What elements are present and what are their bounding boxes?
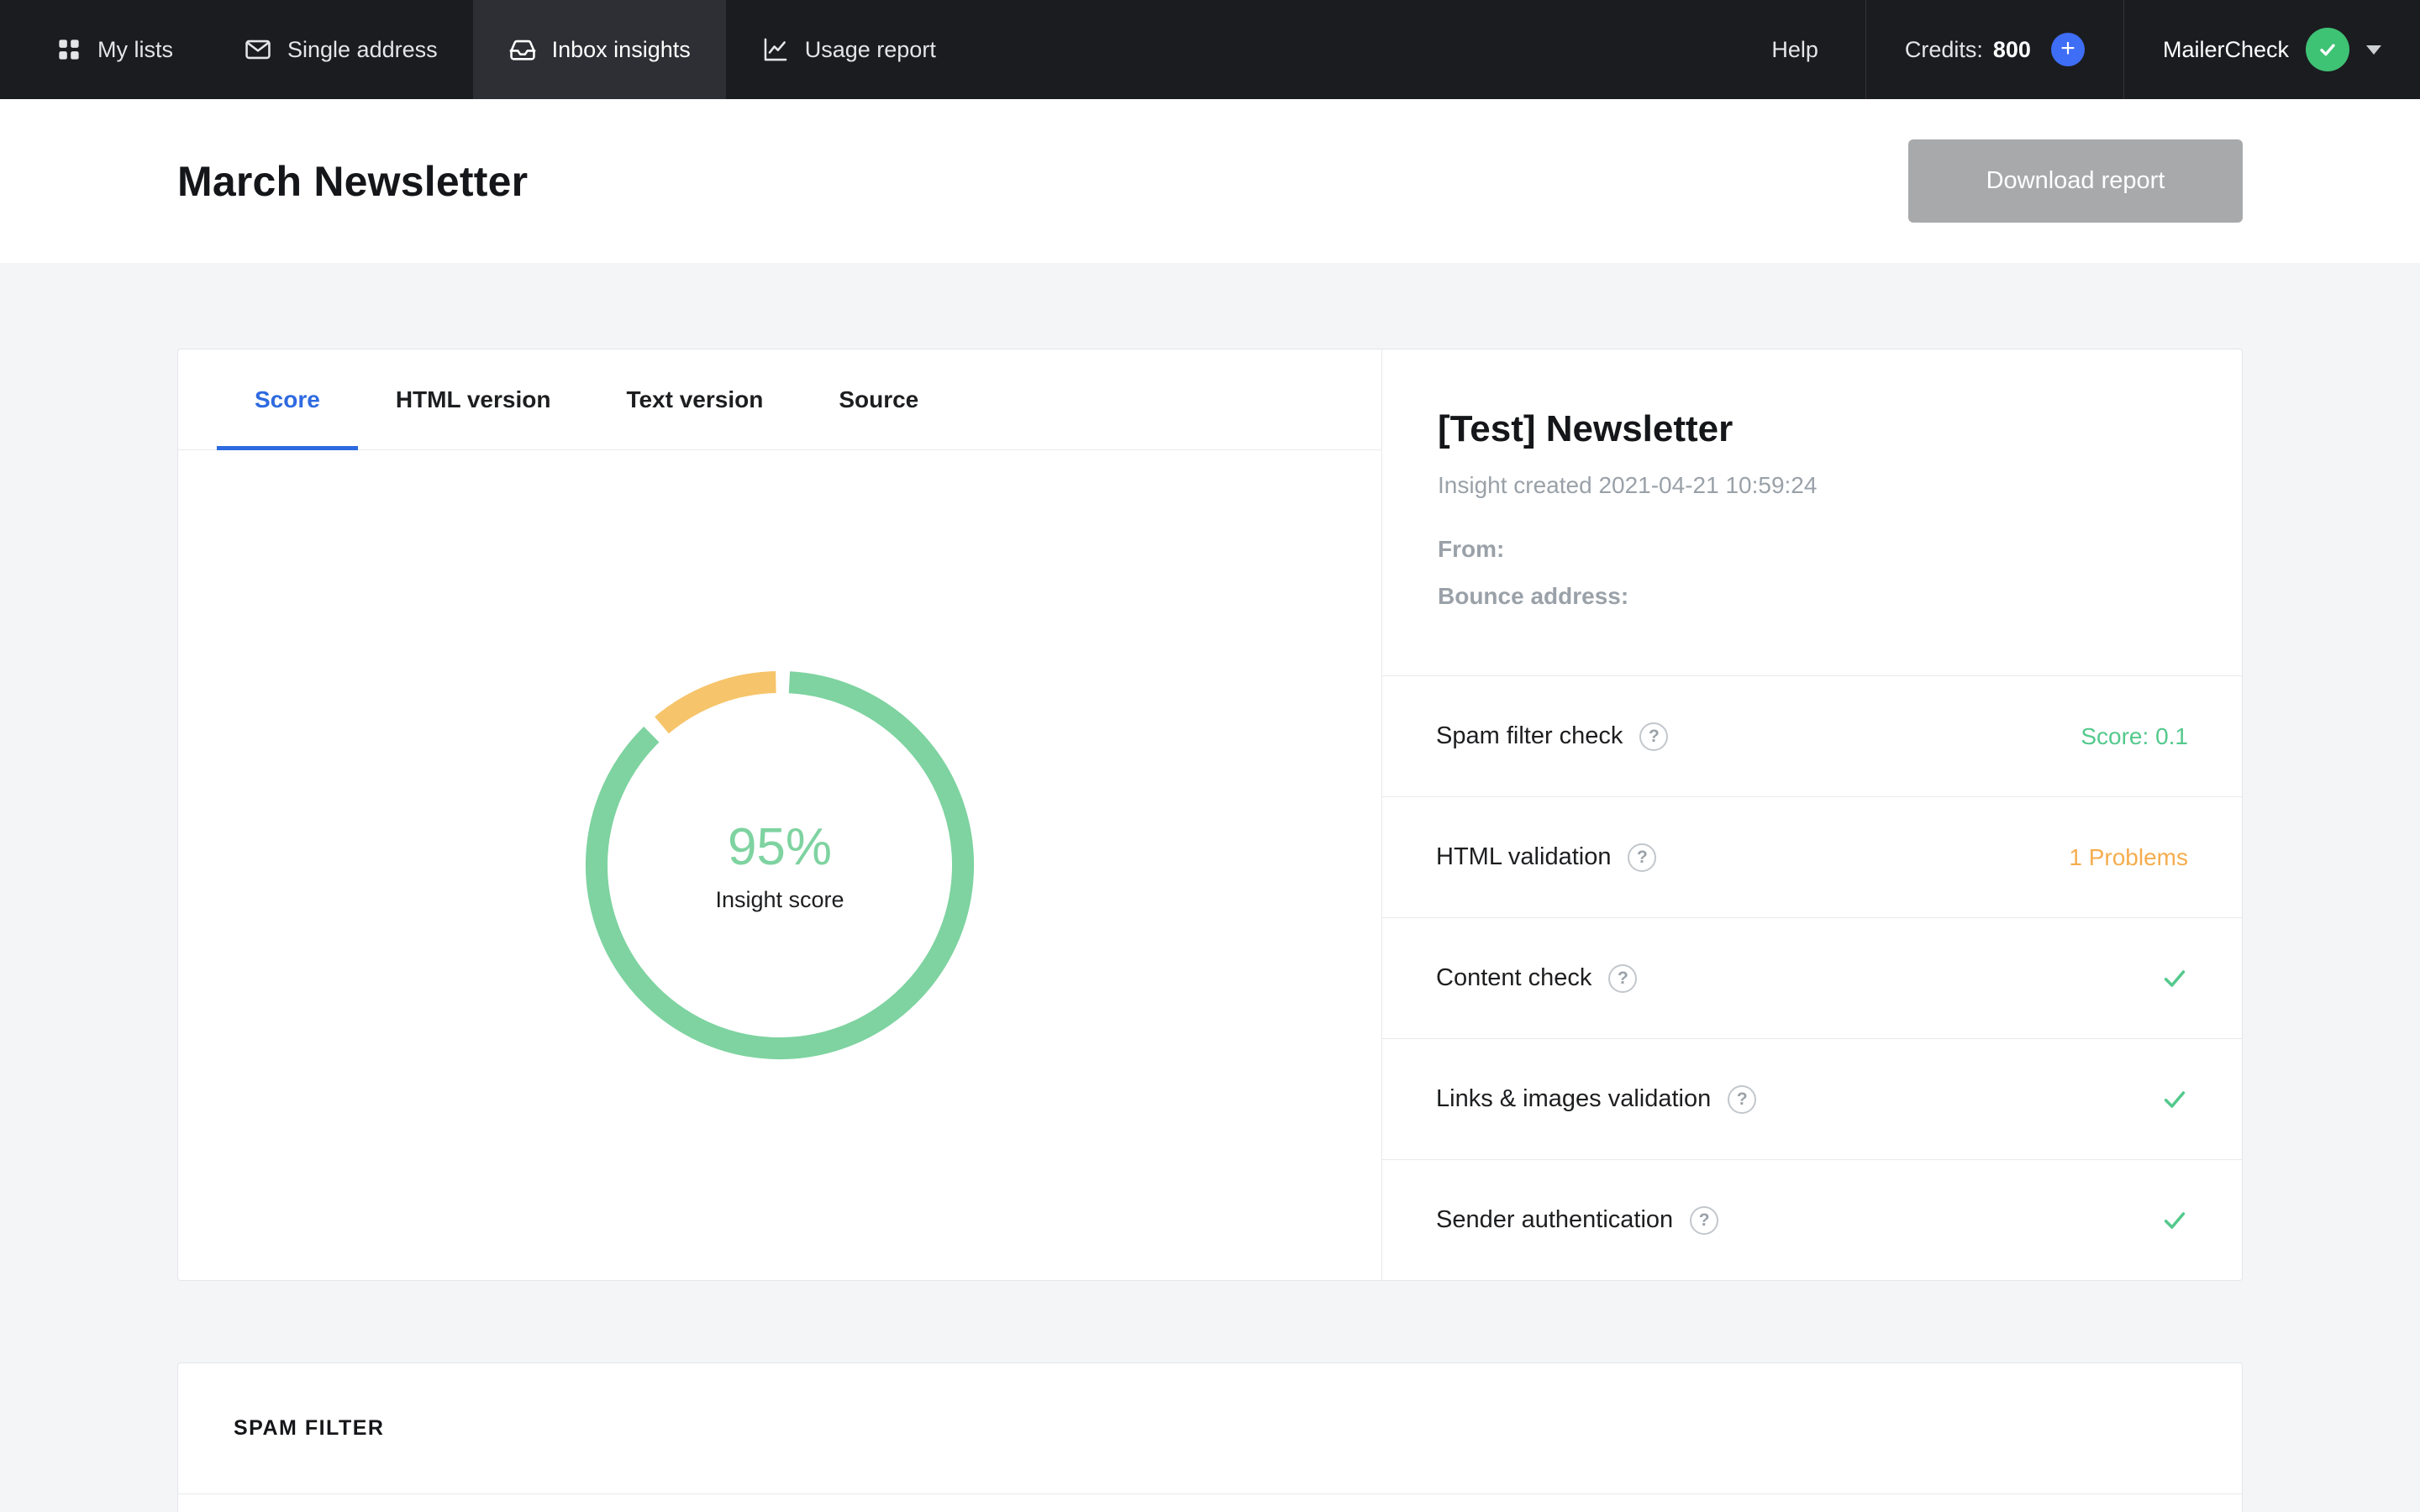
check-pass-icon — [2161, 965, 2188, 992]
newsletter-info: [Test] Newsletter Insight created 2021-0… — [1382, 349, 2242, 675]
nav-item-single-address[interactable]: Single address — [208, 0, 473, 99]
newsletter-title: [Test] Newsletter — [1438, 408, 2186, 450]
page-header: March Newsletter Download report — [0, 99, 2420, 263]
account-avatar-check-icon — [2306, 28, 2349, 71]
navbar-left: My lists Single address Inbox insights — [0, 0, 971, 99]
main-content: Score HTML version Text version Source 9… — [0, 263, 2420, 1512]
help-question-icon[interactable]: ? — [1690, 1206, 1718, 1235]
insight-score-value: 95% — [728, 817, 832, 877]
download-report-button[interactable]: Download report — [1908, 139, 2243, 223]
check-label: Sender authentication — [1436, 1206, 1673, 1234]
check-row-content-check[interactable]: Content check ? — [1382, 917, 2242, 1038]
bounce-address-label: Bounce address: — [1438, 583, 2186, 610]
check-row-spam-filter[interactable]: Spam filter check ? Score: 0.1 — [1382, 675, 2242, 796]
envelope-icon — [244, 35, 272, 64]
check-label: Content check — [1436, 964, 1591, 992]
account-menu[interactable]: MailerCheck — [2124, 0, 2420, 99]
nav-item-my-lists[interactable]: My lists — [20, 0, 208, 99]
check-result-problems: 1 Problems — [2069, 844, 2188, 871]
page-title: March Newsletter — [177, 157, 528, 206]
help-question-icon[interactable]: ? — [1608, 964, 1637, 993]
tab-text-version[interactable]: Text version — [588, 349, 801, 449]
check-row-html-validation[interactable]: HTML validation ? 1 Problems — [1382, 796, 2242, 917]
credits-label: Credits: — [1905, 37, 1983, 63]
check-list: Spam filter check ? Score: 0.1 HTML vali… — [1382, 675, 2242, 1280]
help-link[interactable]: Help — [1724, 0, 1865, 99]
insight-score-caption: Insight score — [715, 887, 844, 913]
nav-item-inbox-insights[interactable]: Inbox insights — [473, 0, 726, 99]
inbox-icon — [508, 35, 537, 64]
nav-label-usage-report: Usage report — [805, 37, 936, 63]
top-navbar: My lists Single address Inbox insights — [0, 0, 2420, 99]
details-panel: [Test] Newsletter Insight created 2021-0… — [1382, 349, 2242, 1280]
help-question-icon[interactable]: ? — [1628, 843, 1656, 872]
insight-score-chart: 95% Insight score — [581, 666, 979, 1064]
check-result-score: Score: 0.1 — [2081, 723, 2188, 750]
tab-source[interactable]: Source — [801, 349, 956, 449]
nav-label-my-lists: My lists — [97, 37, 173, 63]
add-credits-button[interactable]: + — [2051, 33, 2085, 66]
nav-label-inbox-insights: Inbox insights — [552, 37, 691, 63]
insight-card: Score HTML version Text version Source 9… — [177, 349, 2243, 1281]
check-row-left: HTML validation ? — [1436, 843, 1656, 872]
check-pass-icon — [2161, 1086, 2188, 1113]
from-label: From: — [1438, 536, 2186, 563]
check-row-left: Spam filter check ? — [1436, 722, 1668, 751]
check-label: Links & images validation — [1436, 1085, 1711, 1113]
check-label: Spam filter check — [1436, 722, 1623, 750]
check-row-left: Content check ? — [1436, 964, 1637, 993]
insight-created-timestamp: Insight created 2021-04-21 10:59:24 — [1438, 472, 2186, 499]
check-row-left: Sender authentication ? — [1436, 1206, 1718, 1235]
check-pass-icon — [2161, 1207, 2188, 1234]
nav-item-usage-report[interactable]: Usage report — [726, 0, 971, 99]
spam-filter-card: SPAM FILTER — [177, 1362, 2243, 1512]
nav-label-single-address: Single address — [287, 37, 438, 63]
check-row-links-images[interactable]: Links & images validation ? — [1382, 1038, 2242, 1159]
spam-filter-header: SPAM FILTER — [178, 1363, 2242, 1494]
donut-center: 95% Insight score — [581, 666, 979, 1064]
chevron-down-icon — [2366, 45, 2381, 55]
check-row-sender-authentication[interactable]: Sender authentication ? — [1382, 1159, 2242, 1280]
chart-icon — [761, 35, 790, 64]
help-question-icon[interactable]: ? — [1639, 722, 1668, 751]
navbar-right: Help Credits: 800 + MailerCheck — [1724, 0, 2420, 99]
tab-bar: Score HTML version Text version Source — [178, 349, 1381, 450]
chart-area: 95% Insight score — [178, 450, 1381, 1280]
help-question-icon[interactable]: ? — [1728, 1085, 1756, 1114]
account-name: MailerCheck — [2163, 37, 2289, 63]
check-row-left: Links & images validation ? — [1436, 1085, 1756, 1114]
tab-score[interactable]: Score — [217, 349, 358, 449]
tab-html-version[interactable]: HTML version — [358, 349, 589, 449]
spam-filter-title: SPAM FILTER — [234, 1416, 384, 1441]
spam-filter-body — [178, 1494, 2242, 1512]
check-label: HTML validation — [1436, 843, 1611, 871]
grid-icon — [55, 36, 82, 63]
credits-section: Credits: 800 + — [1865, 0, 2124, 99]
score-panel: Score HTML version Text version Source 9… — [178, 349, 1382, 1280]
credits-value: 800 — [1993, 37, 2031, 63]
